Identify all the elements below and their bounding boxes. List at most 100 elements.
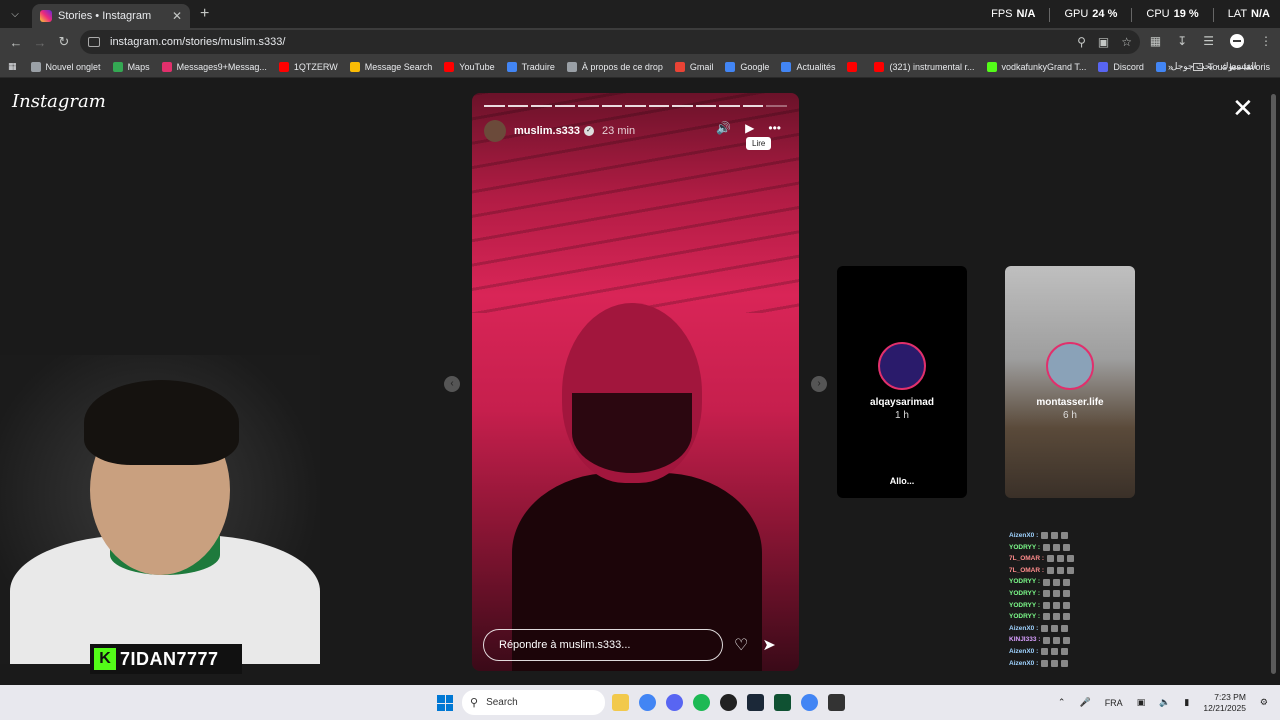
- scrollbar-thumb[interactable]: [1271, 94, 1276, 674]
- perf-gpu: GPU 24 %: [1064, 8, 1118, 20]
- bookmark-item[interactable]: [847, 61, 862, 72]
- chat-emote-icon: [1061, 532, 1069, 540]
- tab-search-chevron-icon[interactable]: ⌵: [4, 4, 26, 24]
- file-explorer-icon[interactable]: [612, 694, 629, 711]
- youtube-favicon-icon: [874, 61, 885, 72]
- chat-emote-icon: [1053, 636, 1061, 644]
- reply-input[interactable]: Répondre à muslim.s333...: [483, 629, 723, 661]
- bookmark-item[interactable]: À propos de ce drop: [566, 61, 663, 72]
- browser-tab[interactable]: Stories • Instagram ✕: [32, 4, 190, 28]
- epic-games-icon[interactable]: [828, 694, 845, 711]
- story-viewer[interactable]: muslim.s333 ✓ 23 min 🔊 ▶ ••• Lire Répond…: [472, 93, 799, 671]
- story-progress-segment: [766, 105, 787, 107]
- bookmark-star-icon[interactable]: ☆: [1121, 35, 1132, 49]
- play-tooltip: Lire: [746, 137, 772, 150]
- story-username[interactable]: muslim.s333: [514, 125, 580, 137]
- reload-icon[interactable]: ↻: [52, 34, 76, 50]
- chat-emote-icon: [1043, 590, 1051, 598]
- chevron-right-icon[interactable]: »: [1168, 62, 1173, 72]
- maps-favicon-icon: [112, 61, 123, 72]
- story-progress-segment: [625, 105, 646, 107]
- chat-emote-icon: [1047, 555, 1055, 563]
- discord-icon[interactable]: [666, 694, 683, 711]
- story-preview-card[interactable]: alqaysarimad 1 h Allo...: [837, 266, 967, 498]
- bookmark-item[interactable]: Message Search: [349, 61, 432, 72]
- chat-message: 7L_OMAR :: [1009, 553, 1075, 565]
- bookmark-item[interactable]: Gmail: [674, 61, 713, 72]
- back-arrow-icon[interactable]: ←: [4, 35, 28, 50]
- menu-kebab-icon[interactable]: ⋮: [1260, 34, 1272, 48]
- chat-emote-icon: [1053, 601, 1061, 609]
- story-progress-segment: [531, 105, 552, 107]
- instagram-logo[interactable]: Instagram: [12, 91, 106, 112]
- close-icon[interactable]: ✕: [1232, 95, 1254, 121]
- microphone-icon[interactable]: 🎤: [1079, 697, 1090, 708]
- bookmark-item[interactable]: Maps: [112, 61, 150, 72]
- notification-bell-icon[interactable]: ⚙: [1260, 697, 1268, 708]
- download-icon[interactable]: ↧: [1177, 34, 1187, 48]
- obs-icon[interactable]: [720, 694, 737, 711]
- extensions-icon[interactable]: ▦: [1150, 34, 1161, 48]
- more-options-icon[interactable]: •••: [768, 121, 781, 135]
- terminal-icon[interactable]: [774, 694, 791, 711]
- chrome-icon[interactable]: [639, 694, 656, 711]
- chat-message: 7L_OMAR :: [1009, 565, 1075, 577]
- send-icon[interactable]: ➤: [762, 635, 775, 655]
- perf-lat: LAT N/A: [1227, 8, 1270, 20]
- chat-message: KINJI333 :: [1009, 634, 1074, 646]
- speaker-icon[interactable]: 🔈: [1159, 697, 1170, 708]
- bookmark-item[interactable]: Discord: [1098, 61, 1144, 72]
- apps-grid-icon[interactable]: ▦: [8, 61, 17, 72]
- bookmark-item[interactable]: YouTube: [444, 61, 495, 72]
- instagram-favicon-icon: [161, 61, 172, 72]
- bookmark-item[interactable]: Google: [725, 61, 769, 72]
- bookmark-item[interactable]: Nouvel onglet: [30, 61, 101, 72]
- next-story-chevron-icon[interactable]: ›: [811, 376, 827, 392]
- spotify-icon[interactable]: [693, 694, 710, 711]
- tab-title: Stories • Instagram: [58, 10, 152, 22]
- bookmark-item[interactable]: vodkafunkyGrand T...: [986, 61, 1086, 72]
- taskbar-search[interactable]: ⚲ Search: [462, 690, 605, 715]
- tab-close-icon[interactable]: ✕: [172, 9, 182, 23]
- bookmark-item[interactable]: Actualités: [781, 61, 835, 72]
- chat-emote-icon: [1063, 590, 1071, 598]
- bookmark-item[interactable]: Messages9+Messag...: [161, 61, 267, 72]
- profile-avatar-icon[interactable]: [1230, 34, 1244, 48]
- browser-tabstrip: ⌵ Stories • Instagram ✕ + FPS N/A GPU 24 %…: [0, 0, 1280, 28]
- play-icon[interactable]: ▶: [745, 121, 754, 135]
- language-indicator[interactable]: FRA: [1105, 698, 1123, 708]
- zoom-icon[interactable]: ⚲: [1077, 35, 1086, 49]
- new-tab-button[interactable]: +: [200, 5, 209, 23]
- forward-arrow-icon[interactable]: →: [28, 35, 52, 50]
- google-favicon-icon: [1155, 61, 1166, 72]
- chat-username: AizenX0 :: [1009, 532, 1039, 539]
- windows-start-icon[interactable]: [437, 695, 453, 711]
- stream-chat-overlay: AizenX0 : YODRYY : 7L_OMAR : 7L_OMAR : YODRY…: [1009, 530, 1075, 669]
- previous-story-chevron-icon[interactable]: ‹: [444, 376, 460, 392]
- chrome-icon[interactable]: [801, 694, 818, 711]
- clock-time: 7:23 PM: [1214, 691, 1246, 702]
- site-info-icon[interactable]: [88, 37, 100, 47]
- chat-emote-icon: [1063, 543, 1071, 551]
- steam-icon[interactable]: [747, 694, 764, 711]
- chart-favicon-icon: [349, 61, 360, 72]
- battery-icon[interactable]: ▮: [1184, 697, 1189, 708]
- monitor-icon[interactable]: ▣: [1137, 697, 1146, 708]
- avatar[interactable]: [484, 120, 506, 142]
- chat-emote-icon: [1057, 567, 1065, 575]
- preview-username: montasser.life: [1036, 397, 1104, 408]
- clock[interactable]: 7:23 PM 12/21/2025: [1203, 692, 1246, 714]
- volume-icon[interactable]: 🔊: [716, 121, 731, 135]
- media-control-icon[interactable]: ☰: [1203, 34, 1214, 48]
- page-scrollbar[interactable]: [1270, 80, 1278, 685]
- heart-icon[interactable]: ♡: [734, 635, 748, 655]
- bookmark-item[interactable]: 1QTZERW: [278, 61, 338, 72]
- chevron-up-icon[interactable]: ⌃: [1058, 697, 1066, 708]
- story-preview-card[interactable]: montasser.life 6 h: [1005, 266, 1135, 498]
- bookmark-item[interactable]: (321) instrumental r...: [874, 61, 975, 72]
- browser-toolbar: ← → ↻ instagram.com/stories/muslim.s333/…: [0, 28, 1280, 56]
- install-app-icon[interactable]: ▣: [1098, 35, 1109, 49]
- all-bookmarks-button[interactable]: » Tous les favoris: [1168, 62, 1270, 72]
- bookmark-item[interactable]: Traduire: [506, 61, 555, 72]
- address-bar[interactable]: instagram.com/stories/muslim.s333/ ⚲ ▣ ☆: [80, 30, 1140, 54]
